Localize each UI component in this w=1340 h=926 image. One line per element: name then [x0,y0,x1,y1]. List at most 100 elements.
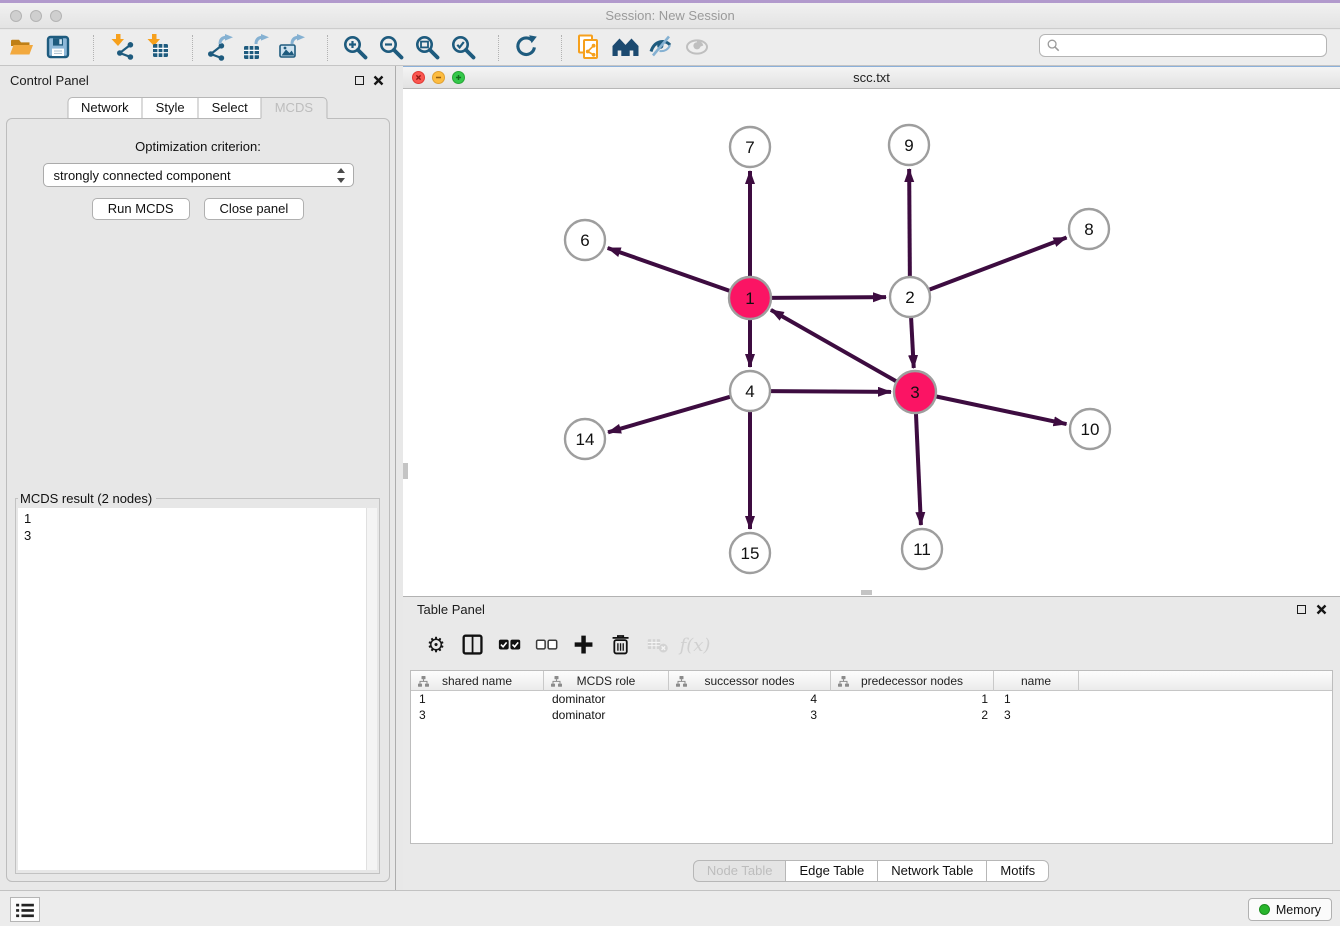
export-image-icon [279,34,306,61]
close-panel-button[interactable]: Close panel [204,198,305,220]
graph-node-15[interactable]: 15 [730,533,770,573]
column-view-button[interactable] [458,629,488,661]
horizontal-scroll-thumb[interactable] [861,590,872,595]
select-all-button[interactable] [495,629,525,661]
column-label: successor nodes [704,674,794,688]
refresh-icon [513,34,540,61]
edge-2-8[interactable] [929,238,1067,290]
zoom-in-button[interactable] [337,32,373,64]
table-row[interactable]: 3dominator323 [411,707,1332,723]
column-view-icon [461,633,485,657]
import-table-icon [144,34,171,61]
graph-node-9[interactable]: 9 [889,125,929,165]
column-header-successor-nodes[interactable]: successor nodes [669,671,831,691]
edge-3-11[interactable] [916,412,921,525]
tab-style[interactable]: Style [142,97,199,119]
graph-node-6[interactable]: 6 [565,220,605,260]
result-scrollbar[interactable] [366,508,377,870]
node-label: 9 [904,136,913,155]
show-all-button[interactable] [679,32,715,64]
search-input[interactable] [1065,39,1319,53]
refresh-button[interactable] [508,32,544,64]
export-image-button[interactable] [274,32,310,64]
edge-4-14[interactable] [608,397,731,433]
hide-selected-icon [648,34,675,61]
close-panel-icon[interactable] [372,74,384,86]
list-icon [15,902,35,918]
node-label: 6 [580,231,589,250]
tab-motifs[interactable]: Motifs [986,860,1049,882]
column-header-predecessor-nodes[interactable]: predecessor nodes [831,671,994,691]
zoom-selected-button[interactable] [445,32,481,64]
delete-table-button[interactable] [643,629,673,661]
node-label: 7 [745,138,754,157]
export-network-button[interactable] [202,32,238,64]
graph-node-1[interactable]: 1 [729,277,771,319]
trash-button[interactable] [606,629,636,661]
table-row[interactable]: 1dominator411 [411,691,1332,707]
import-network-button[interactable] [103,32,139,64]
column-header-shared-name[interactable]: shared name [411,671,544,691]
column-type-icon [676,676,687,687]
fit-content-icon [414,34,441,61]
graph-node-11[interactable]: 11 [902,529,942,569]
deselect-all-button[interactable] [532,629,562,661]
fit-content-button[interactable] [409,32,445,64]
graph-node-2[interactable]: 2 [890,277,930,317]
run-mcds-button[interactable]: Run MCDS [92,198,190,220]
home-button[interactable] [607,32,643,64]
export-table-button[interactable] [238,32,274,64]
table-float-icon[interactable] [1295,603,1307,615]
optimization-criterion-dropdown[interactable]: strongly connected component [43,163,354,187]
tab-network[interactable]: Network [67,97,143,119]
mcds-result-lines: 13 [18,508,377,546]
table-cell: 1 [994,691,1079,707]
function-builder-button[interactable]: f(x) [680,629,710,661]
node-label: 4 [745,382,754,401]
tab-edge-table[interactable]: Edge Table [785,860,878,882]
tab-mcds[interactable]: MCDS [261,97,327,119]
table-cell: dominator [544,691,669,707]
graph-node-7[interactable]: 7 [730,127,770,167]
table-close-icon[interactable] [1315,603,1327,615]
edge-2-9[interactable] [909,169,910,277]
vertical-scroll-thumb[interactable] [403,463,408,479]
memory-button[interactable]: Memory [1248,898,1332,921]
open-session-icon [9,34,36,61]
table-panel: Table Panel ⚙f(x) shared nameMCDS rolesu… [403,596,1340,890]
network-canvas[interactable]: 7 9 6 8 1 2 4 3 14 10 15 11 [403,89,1340,597]
hide-selected-button[interactable] [643,32,679,64]
add-button[interactable] [569,629,599,661]
edge-3-1[interactable] [771,310,898,382]
search-box[interactable] [1039,34,1327,57]
edge-1-6[interactable] [608,248,731,291]
zoom-selected-icon [450,34,477,61]
graph-node-10[interactable]: 10 [1070,409,1110,449]
mcds-result-title: MCDS result (2 nodes) [18,491,156,506]
network-from-selection-button[interactable] [571,32,607,64]
edge-3-10[interactable] [935,396,1067,424]
task-history-button[interactable] [10,897,40,922]
settings-button[interactable]: ⚙ [421,629,451,661]
settings-icon: ⚙ [427,635,446,656]
tab-network-table[interactable]: Network Table [877,860,987,882]
column-header-MCDS-role[interactable]: MCDS role [544,671,669,691]
open-session-button[interactable] [4,32,40,64]
edge-label-mark [829,390,837,393]
tab-select[interactable]: Select [198,97,262,119]
graph-node-8[interactable]: 8 [1069,209,1109,249]
dropdown-stepper-icon [336,168,346,186]
column-header-name[interactable]: name [994,671,1079,691]
tab-node-table[interactable]: Node Table [693,860,787,882]
save-session-button[interactable] [40,32,76,64]
graph-node-14[interactable]: 14 [565,419,605,459]
graph-node-4[interactable]: 4 [730,371,770,411]
import-table-button[interactable] [139,32,175,64]
mcds-result-textarea[interactable]: 13 [18,508,377,870]
zoom-out-button[interactable] [373,32,409,64]
graph-node-3[interactable]: 3 [894,371,936,413]
edge-2-3[interactable] [911,317,914,368]
main-toolbar [0,30,1340,66]
float-panel-icon[interactable] [353,74,365,86]
status-bar: Memory [0,890,1340,926]
